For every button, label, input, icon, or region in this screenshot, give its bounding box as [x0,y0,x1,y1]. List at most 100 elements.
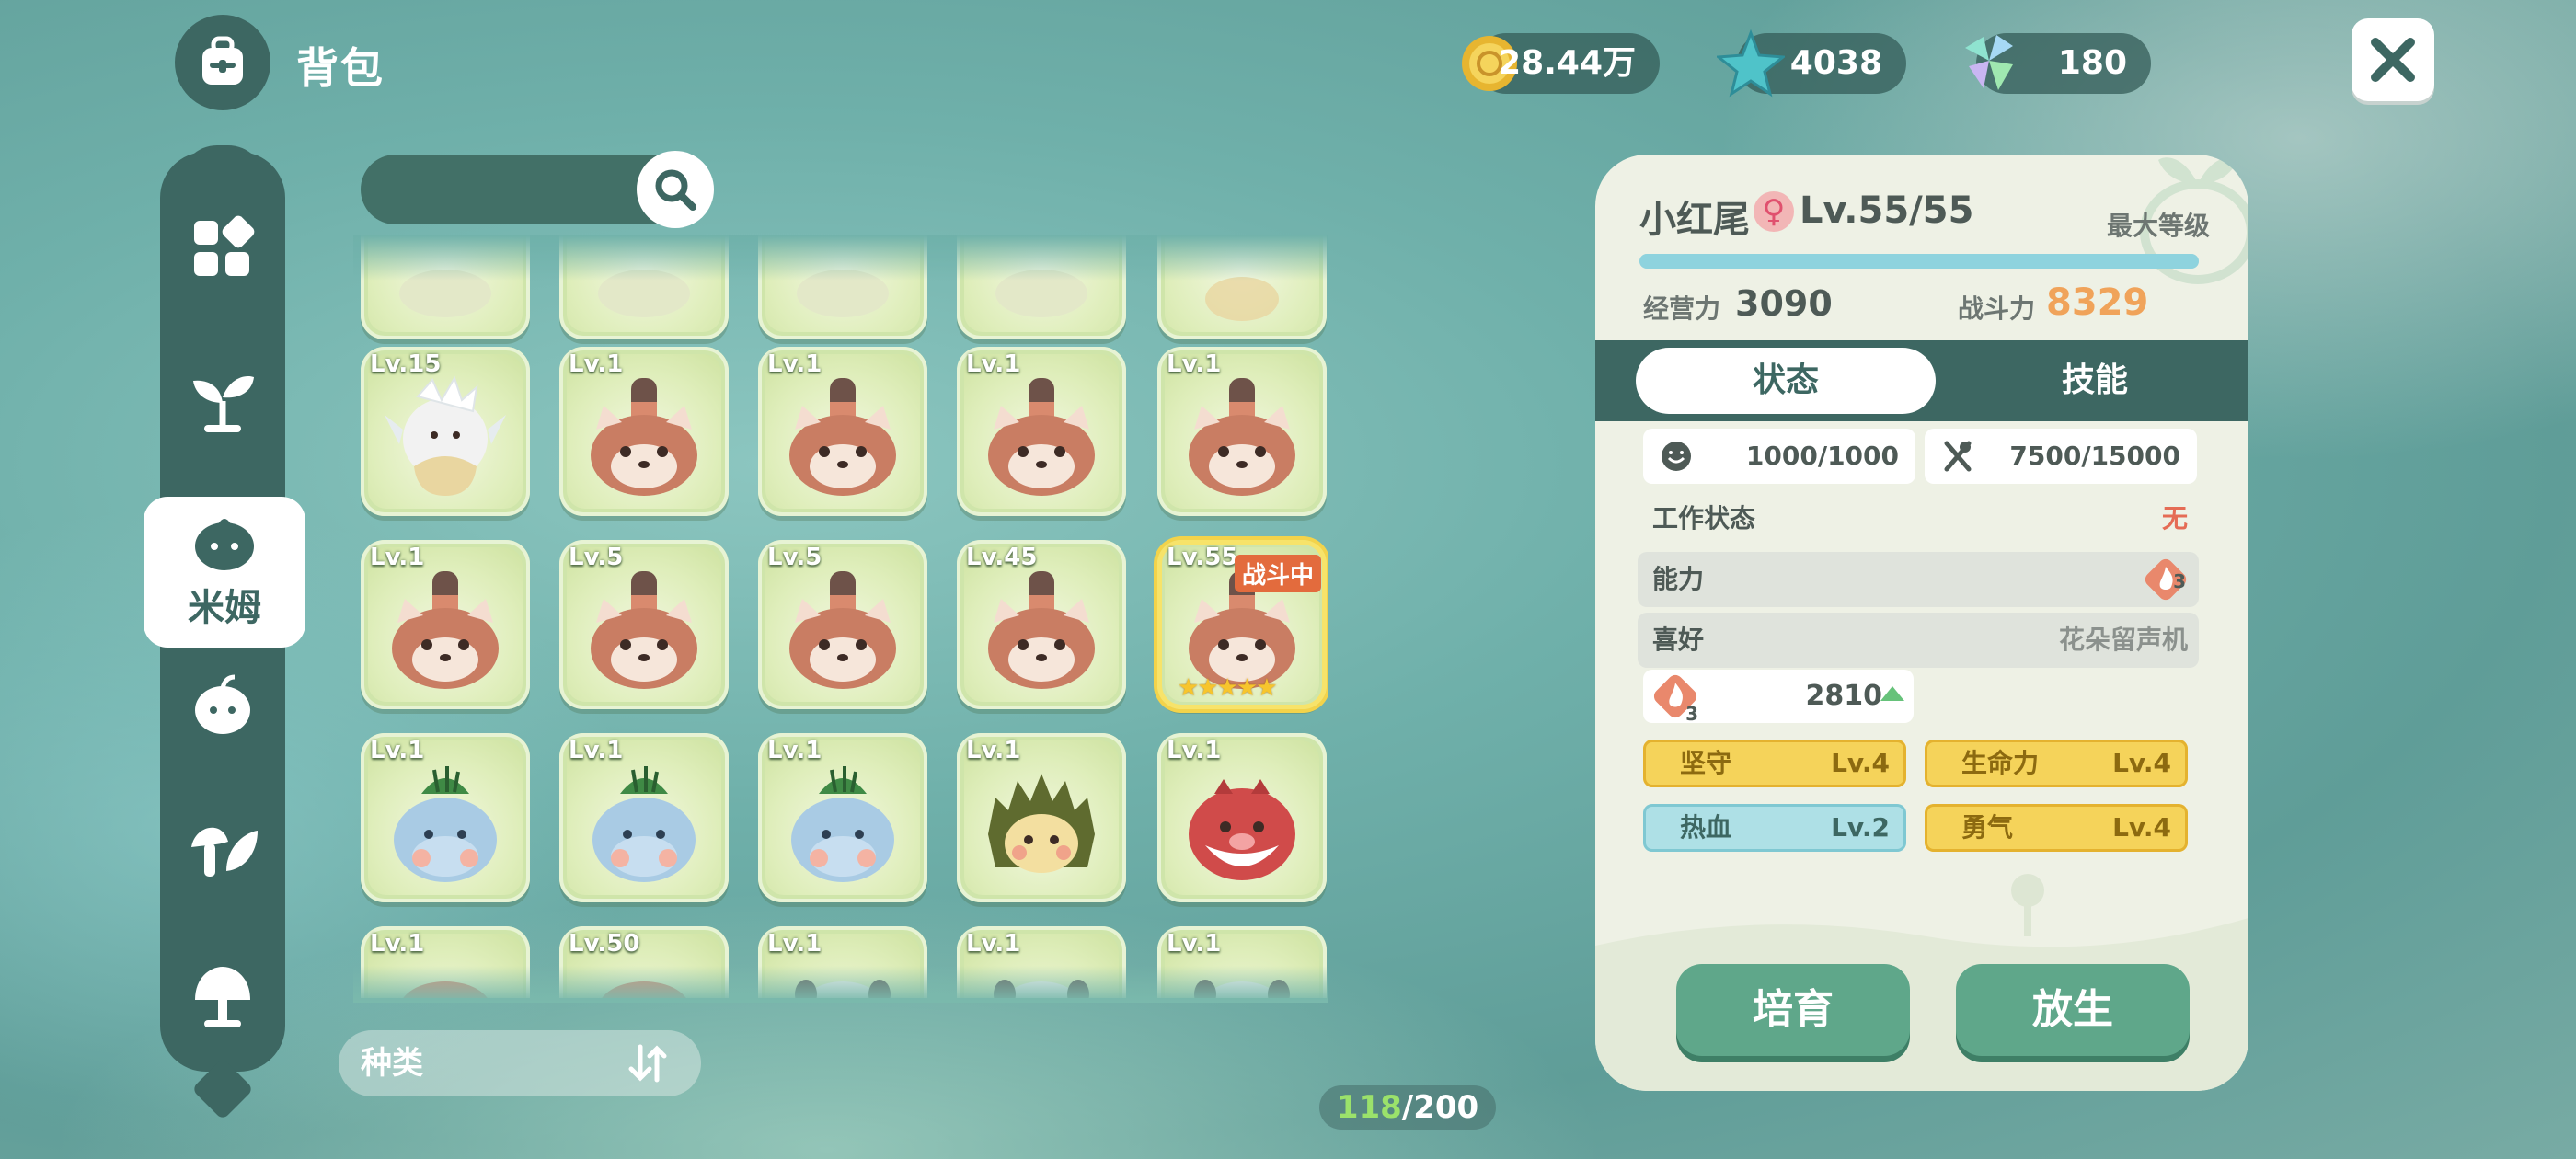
mim-card[interactable]: Lv.1 [559,347,729,516]
gem-icon [1965,35,2013,90]
mim-card[interactable]: Lv.1 [957,733,1126,902]
level-label: Lv.1 [370,930,425,958]
food-stat: 7500/15000 [1925,429,2197,484]
detail-panel: 小红尾 ♀ Lv.55/55 最大等级 经营力 3090 战斗力 8329 状态… [1595,155,2248,1091]
star-counter: 4038 [1717,29,1906,98]
mood-value: 1000/1000 [1745,441,1899,471]
trait-name: 勇气 [1961,812,2014,843]
mim-card[interactable]: Lv.1 [1157,347,1327,516]
hobby-label: 喜好 [1652,625,1705,655]
mim-card[interactable]: Lv.1 [1157,733,1327,902]
red-panda-mim [591,378,697,496]
tab-status[interactable]: 状态 [1636,348,1936,414]
close-button[interactable] [2352,18,2434,101]
manage-label: 经营力 [1643,293,1721,324]
level-label: Lv.1 [370,544,425,571]
level-label: Lv.1 [966,930,1021,958]
trait-chip[interactable]: 热血 Lv.2 [1643,804,1906,852]
utensils-icon [1944,441,1972,472]
sidebar-item-mim[interactable]: 米姆 [144,497,305,648]
level-label: Lv.1 [1167,737,1222,764]
level-label: Lv.1 [966,737,1021,764]
trait-chip[interactable]: 生命力 Lv.4 [1925,740,2188,787]
mim-card[interactable]: Lv.1 [957,347,1126,516]
star-rating: ★★★★★ [1178,674,1278,702]
mim-card[interactable]: Lv.1 [361,540,530,709]
mim-card[interactable]: Lv.1 [758,347,927,516]
search-icon [655,169,696,211]
hobby-value: 花朵留声机 [2058,625,2188,655]
mim-card[interactable]: Lv.1 [559,733,729,902]
level-label: Lv.50 [569,930,640,958]
female-icon: ♀ [1754,191,1794,232]
mim-card[interactable]: Lv.1 [361,733,530,902]
mim-card[interactable]: Lv.45 [957,540,1126,709]
grid-icon [194,215,255,276]
mood-stat: 1000/1000 [1643,429,1915,484]
ability-row: 能力 3 [1638,552,2199,607]
breed-button[interactable]: 培育 [1676,964,1910,1056]
sidebar-item-plants[interactable] [160,791,285,911]
battle-status-badge: 战斗中 [1234,555,1321,592]
level-label: Lv.1 [767,930,822,958]
level-progress-bar [1639,254,2199,269]
power-value: 2810 [1805,680,1883,712]
trait-chip[interactable]: 坚守 Lv.4 [1643,740,1906,787]
fire-power-icon: 3 [1652,673,1698,725]
fire-ability-icon[interactable]: 3 [2144,557,2188,602]
mim-card[interactable]: Lv.15 [361,347,530,516]
red-panda-mim [1189,378,1295,496]
level-label: Lv.5 [569,544,624,571]
fruit-icon [195,674,250,734]
red-panda-mim [789,571,896,689]
level-label: Lv.1 [1167,350,1222,378]
mim-grid: Lv.15 Lv.1 Lv.1 Lv.1 Lv.1 Lv.1 Lv.5 Lv.5 Lv.45 Lv… [353,235,1328,998]
level-label: Lv.5 [767,544,822,571]
power-badge: 3 [1685,703,1698,725]
grid-fade-bottom [353,966,1328,1003]
level-label: Lv.1 [569,737,624,764]
mim-card[interactable]: Lv.5 [559,540,729,709]
level-label: Lv.15 [370,350,442,378]
mim-name: 小红尾 [1639,199,1750,241]
watermelon-hippo-mim [592,766,696,882]
max-level-label: 最大等级 [2106,211,2210,241]
sort-label: 种类 [361,1045,423,1082]
level-label: Lv.1 [370,737,425,764]
food-value: 7500/15000 [2009,441,2180,471]
level-label: Lv.1 [966,350,1021,378]
sort-button[interactable]: 种类 [339,1030,701,1096]
sidebar-item-seeds[interactable] [160,342,285,462]
trait-name: 坚守 [1680,748,1732,778]
combat-label: 战斗力 [1958,293,2036,324]
sidebar-item-label: 米姆 [188,587,261,629]
mim-card[interactable]: Lv.1 [758,733,927,902]
red-boar-mim [1189,779,1295,880]
star-crystal-icon [1717,29,1785,98]
level-label: Lv.1 [1167,930,1222,958]
red-panda-mim [988,378,1095,496]
leaf-mushroom-icon [191,827,258,877]
ability-label: 能力 [1652,564,1705,594]
work-status-row: 工作状态 无 [1638,491,2199,546]
gem-counter: 180 [1965,33,2151,94]
sidebar-item-decor[interactable] [160,938,285,1058]
trait-chip[interactable]: 勇气 Lv.4 [1925,804,2188,852]
trait-level: Lv.2 [1831,812,1890,843]
combat-value: 8329 [2046,281,2149,324]
search-button[interactable] [637,151,714,228]
watermelon-hippo-mim [394,766,497,882]
sidebar-item-all[interactable] [160,188,285,307]
mim-card[interactable]: Lv.55 战斗中 ★★★★★ [1157,540,1327,709]
white-bird-mim [385,375,506,496]
work-status-label: 工作状态 [1652,503,1756,534]
page-title: 背包 [296,43,385,93]
trait-name: 热血 [1680,812,1732,843]
release-button[interactable]: 放生 [1956,964,2190,1056]
capacity-total: /200 [1401,1089,1479,1126]
tab-skill[interactable]: 技能 [1945,348,2245,414]
sidebar-item-fruits[interactable] [160,644,285,763]
trait-level: Lv.4 [2112,748,2171,778]
mim-card[interactable]: Lv.5 [758,540,927,709]
star-value: 4038 [1789,44,1882,82]
